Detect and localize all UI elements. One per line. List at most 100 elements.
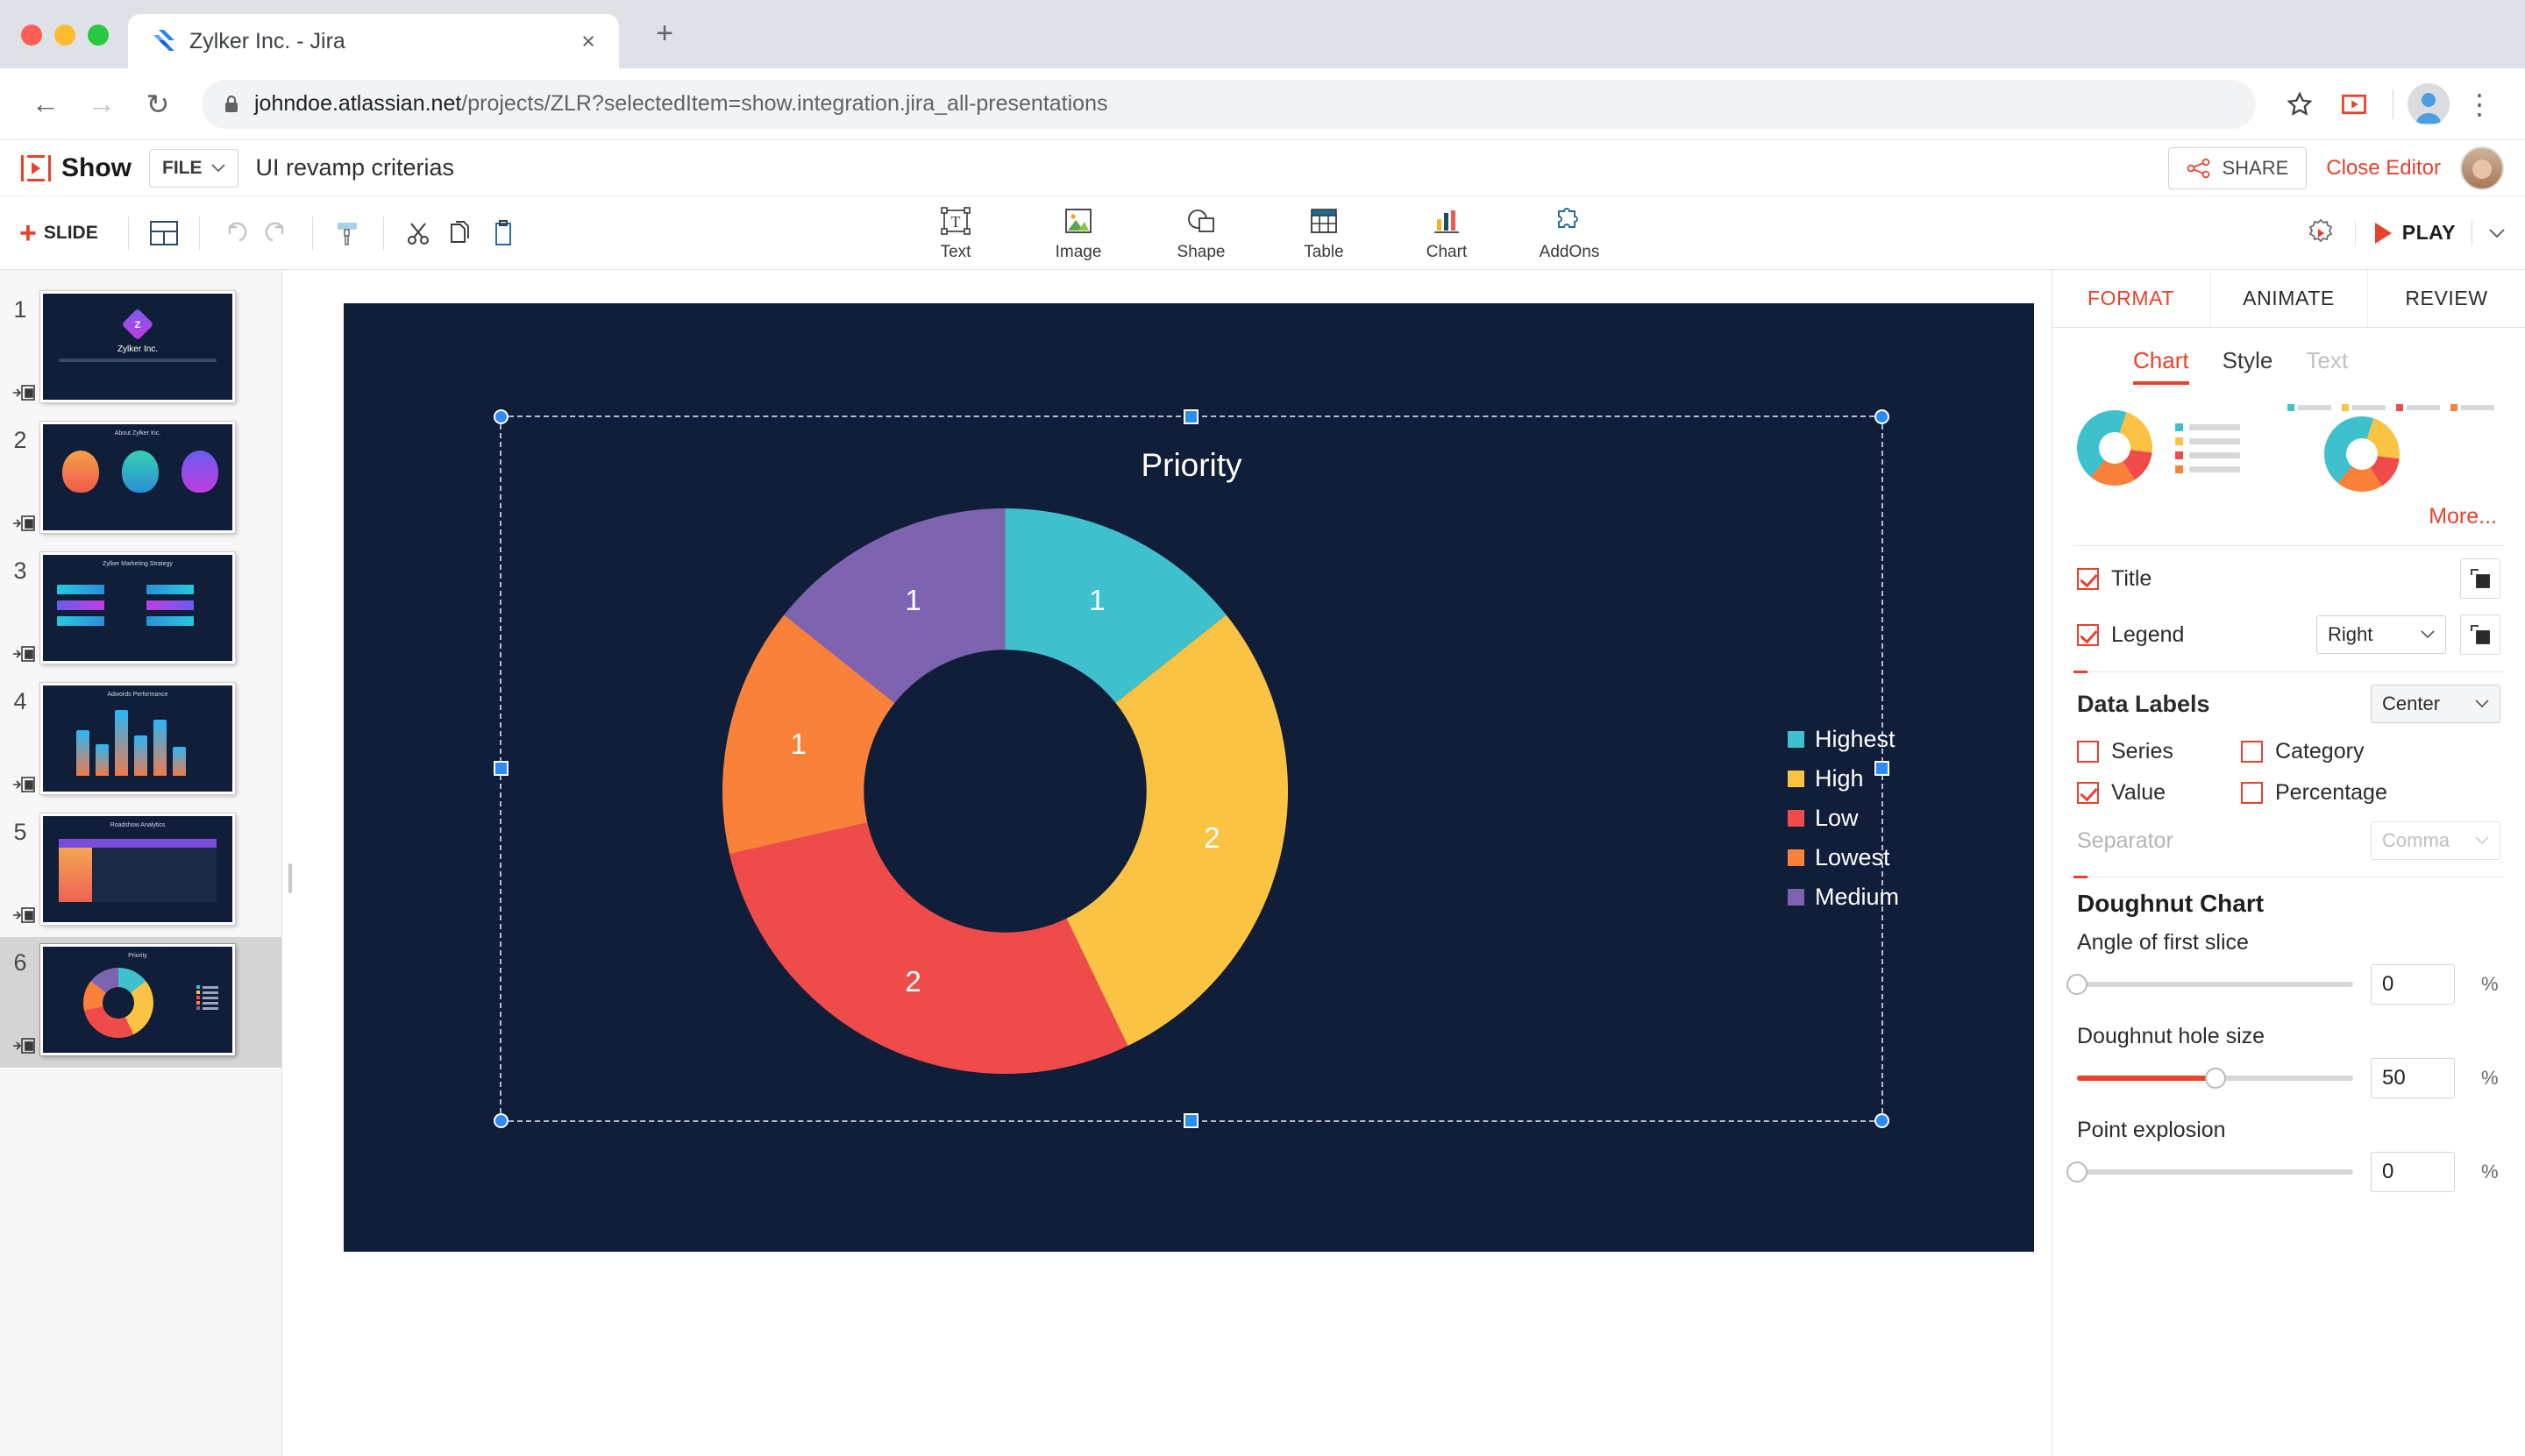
- close-window-button[interactable]: [21, 25, 42, 46]
- legend-row[interactable]: Legend Right: [2077, 614, 2500, 655]
- slide-preview[interactable]: Zylker Marketing Strategy: [40, 552, 235, 664]
- minimize-window-button[interactable]: [54, 25, 75, 46]
- explosion-slider-row[interactable]: 0 %: [2066, 1152, 2500, 1192]
- scissors-icon[interactable]: [398, 212, 440, 254]
- more-chart-types-link[interactable]: More...: [2052, 492, 2525, 529]
- undo-icon[interactable]: [214, 212, 256, 254]
- slide-thumbnail-3[interactable]: 3 Zylker Marketing Strategy: [0, 545, 281, 676]
- slide-preview[interactable]: About Zylker Inc.: [40, 422, 235, 533]
- slide-preview[interactable]: Priority: [40, 944, 235, 1055]
- paste-icon[interactable]: [482, 212, 524, 254]
- insert-table-button[interactable]: Table: [1286, 206, 1362, 262]
- legend-item-high[interactable]: High: [1788, 765, 1929, 792]
- legend-item-highest[interactable]: Highest: [1788, 726, 1929, 753]
- copy-icon[interactable]: [440, 212, 482, 254]
- subtab-style[interactable]: Style: [2223, 347, 2273, 385]
- doughnut-slice-low[interactable]: [729, 822, 1128, 1074]
- insert-slide-here-icon[interactable]: [12, 1036, 35, 1055]
- resize-handle-top-right[interactable]: [1874, 409, 1889, 424]
- chart-legend[interactable]: Highest High Low Lowest Medium: [1788, 726, 1929, 923]
- slide-thumbnail-5[interactable]: 5 Roadshow Analytics: [0, 806, 281, 937]
- subtab-chart[interactable]: Chart: [2133, 347, 2189, 385]
- chart-type-side-legend[interactable]: [2077, 410, 2152, 486]
- slide-thumbnail-4[interactable]: 4 Adwords Performance: [0, 676, 281, 806]
- explosion-input[interactable]: 0: [2371, 1152, 2455, 1192]
- resize-handle-bottom-right[interactable]: [1874, 1113, 1889, 1128]
- insert-text-button[interactable]: T Text: [918, 204, 993, 262]
- insert-slide-here-icon[interactable]: [12, 775, 35, 794]
- legend-item-low[interactable]: Low: [1788, 805, 1929, 832]
- close-icon[interactable]: ×: [573, 28, 603, 55]
- value-checkbox[interactable]: [2077, 782, 2099, 804]
- legend-position-select[interactable]: Right: [2316, 615, 2446, 654]
- insert-chart-button[interactable]: Chart: [1409, 206, 1484, 262]
- title-checkbox[interactable]: [2077, 567, 2099, 590]
- slide-preview[interactable]: Adwords Performance: [40, 683, 235, 794]
- series-checkbox[interactable]: [2077, 741, 2099, 763]
- doughnut-svg[interactable]: [722, 508, 1288, 1074]
- forward-icon[interactable]: →: [77, 80, 126, 129]
- add-slide-button[interactable]: + SLIDE: [19, 218, 114, 248]
- hole-slider[interactable]: [2077, 1068, 2353, 1089]
- subtab-text[interactable]: Text: [2306, 347, 2348, 385]
- panel-splitter[interactable]: [282, 270, 298, 1456]
- file-menu-button[interactable]: FILE: [149, 148, 238, 188]
- copy-format-icon[interactable]: [2460, 614, 2500, 655]
- resize-handle-bottom-left[interactable]: [494, 1113, 509, 1128]
- slide-thumbnail-2[interactable]: 2 About Zylker Inc.: [0, 415, 281, 545]
- tab-animate[interactable]: ANIMATE: [2209, 270, 2367, 327]
- star-icon[interactable]: [2275, 80, 2324, 129]
- slide-preview[interactable]: Z Zylker Inc.: [40, 291, 235, 402]
- resize-handle-top-left[interactable]: [494, 409, 509, 424]
- angle-input[interactable]: 0: [2371, 964, 2455, 1005]
- resize-handle-bottom-center[interactable]: [1184, 1113, 1198, 1128]
- doughnut-chart[interactable]: 1 2 2 1 1: [722, 508, 1288, 1074]
- hole-slider-row[interactable]: 50 %: [2077, 1058, 2500, 1098]
- insert-slide-here-icon[interactable]: [12, 383, 35, 402]
- explosion-slider[interactable]: [2066, 1161, 2353, 1183]
- tab-review[interactable]: REVIEW: [2367, 270, 2525, 327]
- tab-format[interactable]: FORMAT: [2052, 270, 2209, 327]
- close-editor-button[interactable]: Close Editor: [2326, 156, 2441, 181]
- slides-thumbnail-panel[interactable]: 1 Z Zylker Inc. 2 About Zylker Inc. 3 Zy…: [0, 270, 282, 1456]
- browser-tab[interactable]: Zylker Inc. - Jira ×: [128, 14, 619, 68]
- insert-shape-button[interactable]: Shape: [1163, 206, 1239, 262]
- chart-type-top-legend[interactable]: [2287, 404, 2494, 492]
- format-painter-icon[interactable]: [327, 212, 369, 254]
- insert-slide-here-icon[interactable]: [12, 514, 35, 533]
- category-checkbox[interactable]: [2241, 741, 2263, 763]
- legend-checkbox[interactable]: [2077, 623, 2099, 646]
- new-tab-button[interactable]: +: [645, 17, 684, 68]
- angle-slider-row[interactable]: 0 %: [2066, 964, 2500, 1005]
- legend-item-medium[interactable]: Medium: [1788, 884, 1929, 911]
- angle-slider[interactable]: [2066, 974, 2353, 995]
- data-labels-position-select[interactable]: Center: [2371, 685, 2500, 723]
- address-bar[interactable]: johndoe.atlassian.net/projects/ZLR?selec…: [202, 79, 2256, 129]
- legend-item-lowest[interactable]: Lowest: [1788, 844, 1929, 871]
- play-button[interactable]: PLAY: [2354, 220, 2506, 245]
- chart-selection-box[interactable]: Priority 1 2 2 1 1 Highest High Low Lowest Mediu…: [494, 409, 1899, 1128]
- reload-icon[interactable]: ↻: [133, 80, 182, 129]
- zoho-show-extension-icon[interactable]: [2329, 80, 2379, 129]
- chevron-down-icon[interactable]: [2488, 228, 2506, 238]
- current-slide[interactable]: Priority 1 2 2 1 1 Highest High Low Lowest Mediu…: [344, 303, 2034, 1252]
- redo-icon[interactable]: [256, 212, 298, 254]
- insert-image-button[interactable]: Image: [1041, 206, 1116, 262]
- maximize-window-button[interactable]: [88, 25, 109, 46]
- avatar[interactable]: [2460, 146, 2504, 190]
- title-row[interactable]: Title: [2077, 558, 2500, 599]
- insert-slide-here-icon[interactable]: [12, 906, 35, 925]
- hole-input[interactable]: 50: [2371, 1058, 2455, 1098]
- back-icon[interactable]: ←: [21, 80, 70, 129]
- slide-preview[interactable]: Roadshow Analytics: [40, 813, 235, 925]
- copy-format-icon[interactable]: [2460, 558, 2500, 599]
- resize-handle-middle-left[interactable]: [494, 761, 509, 776]
- format-panel[interactable]: FORMAT ANIMATE REVIEW Chart Style Text M…: [2052, 270, 2525, 1456]
- slide-thumbnail-6[interactable]: 6 Priority: [0, 937, 281, 1068]
- browser-menu-icon[interactable]: ⋮: [2455, 80, 2504, 129]
- splitter-grip[interactable]: [288, 863, 292, 893]
- document-title[interactable]: UI revamp criterias: [256, 154, 455, 181]
- insert-slide-here-icon[interactable]: [12, 644, 35, 664]
- slide-canvas-area[interactable]: Priority 1 2 2 1 1 Highest High Low Lowest Mediu…: [298, 270, 2052, 1456]
- slide-thumbnail-1[interactable]: 1 Z Zylker Inc.: [0, 284, 281, 415]
